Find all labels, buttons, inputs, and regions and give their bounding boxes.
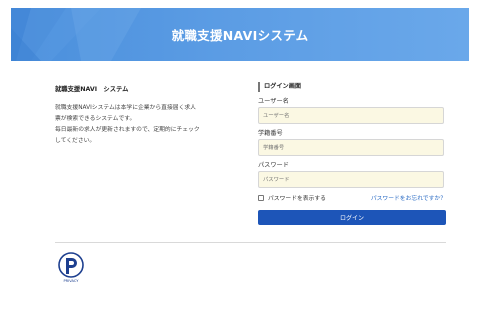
password-input[interactable] [258, 171, 444, 188]
intro-description: 就職支援NAVIシステムは本学に企業から直接届く求人 票が検索できるシステムです… [55, 103, 225, 147]
username-label: ユーザー名 [258, 98, 289, 105]
intro-line: 就職支援NAVIシステムは本学に企業から直接届く求人 [55, 105, 196, 111]
student-id-input[interactable] [258, 139, 444, 156]
login-section-title: ログイン画面 [258, 82, 446, 92]
page-title: 就職支援NAVIシステム [171, 28, 309, 43]
header-banner: 就職支援NAVIシステム [11, 8, 469, 61]
privacy-mark-text: PRIVACY [64, 279, 80, 283]
privacy-mark-icon: PRIVACY [58, 252, 84, 283]
login-button[interactable]: ログイン [258, 210, 446, 225]
intro-line: 毎日最新の求人が更新されますので、定期的にチェック [55, 127, 200, 133]
forgot-password-link[interactable]: パスワードをお忘れですか？ [371, 193, 446, 202]
intro-panel: 就職支援NAVI システム 就職支援NAVIシステムは本学に企業から直接届く求人… [55, 84, 225, 147]
intro-line: 票が検索できるシステムです。 [55, 116, 136, 122]
checkbox-icon[interactable] [258, 194, 264, 201]
username-input[interactable] [258, 107, 444, 124]
login-form: ログイン画面 ユーザー名 学籍番号 パスワード パスワードを表示する パスワード… [258, 82, 446, 225]
intro-line: してください。 [55, 138, 96, 144]
show-password-toggle[interactable]: パスワードを表示する [258, 193, 326, 202]
login-options: パスワードを表示する パスワードをお忘れですか？ [258, 193, 446, 202]
password-label: パスワード [258, 162, 289, 169]
student-id-label: 学籍番号 [258, 130, 283, 137]
show-password-label: パスワードを表示する [268, 196, 326, 202]
footer-divider [55, 242, 446, 243]
intro-heading: 就職支援NAVI システム [55, 86, 129, 93]
